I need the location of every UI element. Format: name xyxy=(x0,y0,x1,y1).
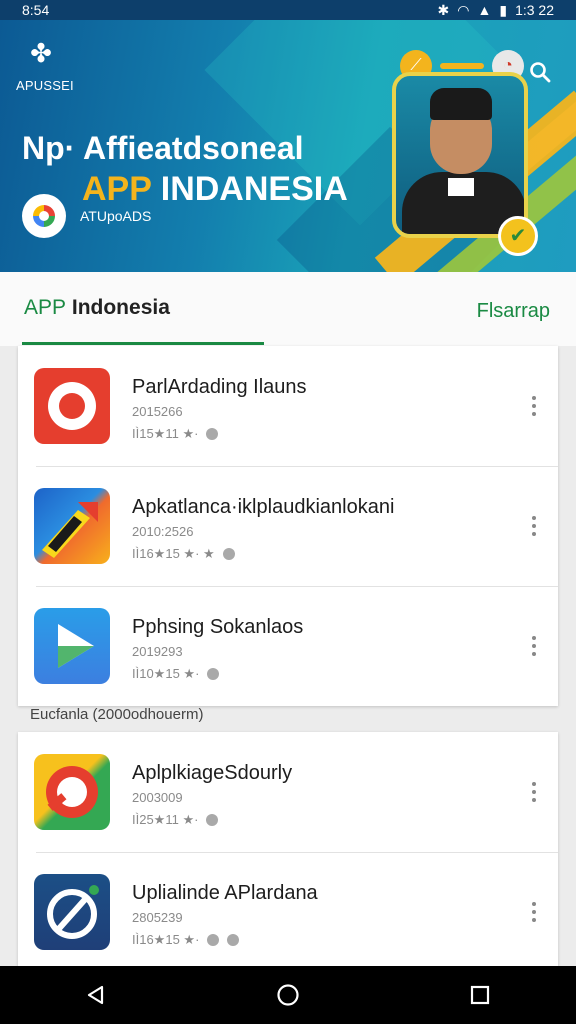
app-rating: IÌ25★11 ★· xyxy=(132,812,219,828)
tab-indicator xyxy=(22,342,264,345)
app-date: 2010:2526 xyxy=(132,524,194,539)
tab-secondary[interactable]: Flsarrap xyxy=(477,300,550,323)
more-options-icon[interactable] xyxy=(524,508,544,544)
recents-icon[interactable] xyxy=(460,975,500,1015)
system-nav-bar xyxy=(0,966,576,1024)
rating-dot-icon xyxy=(206,428,219,440)
tab-app-label: APP xyxy=(24,296,67,319)
rating-dot-icon xyxy=(206,814,219,826)
person-collar xyxy=(448,178,474,196)
app-rating: IÌ16★15 ★· xyxy=(132,932,240,948)
app-rating: IÌ15★11 ★· xyxy=(132,426,219,442)
hero-subtitle-country: INDANESIA xyxy=(151,170,348,208)
more-options-icon[interactable] xyxy=(524,774,544,810)
app-icon-multicolor-ring xyxy=(34,754,110,830)
status-clock: 1:3 22 xyxy=(515,2,554,18)
app-rating-text: IÌ10★15 ★· xyxy=(132,666,200,681)
hero-subtitle: APP INDANESIA xyxy=(82,170,348,209)
featured-person-photo xyxy=(392,72,528,238)
status-bar: 8:54 ✱ ◠ ▲ ▮ 1:3 22 xyxy=(0,0,576,20)
hero-title: Np· Affieatdsoneal xyxy=(22,130,304,166)
app-rating-text: IÌ16★15 ★· xyxy=(132,932,200,947)
verified-badge-icon: ✔ xyxy=(498,216,538,256)
app-rating: IÌ16★15 ★· ★ xyxy=(132,546,235,562)
app-date: 2019293 xyxy=(132,644,183,659)
rating-dot-icon xyxy=(227,934,240,946)
app-date: 2805239 xyxy=(132,910,183,925)
brand-name: APUSSEI xyxy=(16,78,74,93)
app-name: Uplialinde APlardana xyxy=(132,882,318,904)
app-icon-colorful-arrow xyxy=(34,488,110,564)
signal-icon: ▲ xyxy=(477,2,492,18)
app-rating-text: IÌ15★11 ★· xyxy=(132,426,199,441)
app-icon-red-ring xyxy=(34,368,110,444)
more-options-icon[interactable] xyxy=(524,388,544,424)
tab-app-indonesia[interactable]: APP Indonesia xyxy=(24,296,170,320)
list-item[interactable]: ParlArdading Ilauns 2015266 IÌ15★11 ★· xyxy=(18,346,558,466)
app-name: ParlArdading Ilauns xyxy=(132,376,307,398)
app-name: Apkatlanca·iklplaudkianlokani xyxy=(132,496,395,518)
rating-dot-icon xyxy=(207,934,220,946)
brand-logo-icon: ✤ xyxy=(30,38,52,68)
bluetooth-icon: ✱ xyxy=(437,1,450,18)
back-icon[interactable] xyxy=(76,975,116,1015)
app-rating-text: IÌ25★11 ★· xyxy=(132,812,199,827)
app-list-card: AplplkiageSdourly 2003009 IÌ25★11 ★· Upl… xyxy=(18,732,558,966)
app-list-card: ParlArdading Ilauns 2015266 IÌ15★11 ★· A… xyxy=(18,346,558,706)
app-icon-play-arrow xyxy=(34,608,110,684)
app-name: AplplkiageSdourly xyxy=(132,762,293,784)
list-item[interactable]: AplplkiageSdourly 2003009 IÌ25★11 ★· xyxy=(18,732,558,852)
app-rating: IÌ10★15 ★· xyxy=(132,666,220,682)
section-label: Eucfanla (2000odhouerm) xyxy=(30,706,204,723)
more-options-icon[interactable] xyxy=(524,628,544,664)
battery-icon: ▮ xyxy=(499,1,508,18)
person-cap xyxy=(430,88,492,120)
hero-subtitle-app: APP xyxy=(82,170,152,208)
status-icons: ✱ ◠ ▲ ▮ 1:3 22 xyxy=(438,2,554,19)
rating-dot-icon xyxy=(207,668,220,680)
app-date: 2003009 xyxy=(132,790,183,805)
hero-badge-label: ATUpoADS xyxy=(80,208,152,224)
list-item[interactable]: Pphsing Sokanlaos 2019293 IÌ10★15 ★· xyxy=(18,586,558,706)
wifi-icon: ◠ xyxy=(457,1,470,18)
status-time: 8:54 xyxy=(22,2,50,18)
list-item[interactable]: Uplialinde APlardana 2805239 IÌ16★15 ★· xyxy=(18,852,558,966)
app-rating-text: IÌ16★15 ★· ★ xyxy=(132,546,215,561)
tab-bar: APP Indonesia Flsarrap xyxy=(0,272,576,346)
hero-badge-icon[interactable] xyxy=(22,194,66,238)
hero-banner[interactable]: ✤ APUSSEI Np· Affieatdsoneal APP INDANES… xyxy=(0,20,576,272)
app-icon-slashed-circle xyxy=(34,874,110,950)
hero-decor-bar xyxy=(440,63,484,69)
list-item[interactable]: Apkatlanca·iklplaudkianlokani 2010:2526 … xyxy=(18,466,558,586)
app-date: 2015266 xyxy=(132,404,183,419)
rating-dot-icon xyxy=(222,548,235,560)
more-options-icon[interactable] xyxy=(524,894,544,930)
home-icon[interactable] xyxy=(268,975,308,1015)
app-name: Pphsing Sokanlaos xyxy=(132,616,304,638)
tab-country-label: Indonesia xyxy=(66,296,170,319)
